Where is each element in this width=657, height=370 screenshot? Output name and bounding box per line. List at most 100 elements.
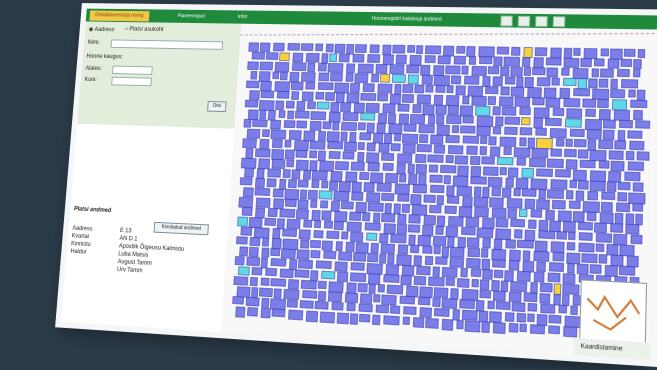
parcel[interactable] [437,216,445,227]
parcel[interactable] [290,72,299,82]
parcel[interactable] [492,188,501,196]
parcel[interactable] [340,103,350,112]
parcel[interactable] [600,213,613,224]
parcel[interactable] [525,199,535,209]
parcel[interactable] [361,93,376,100]
parcel[interactable] [384,275,400,283]
parcel[interactable] [599,110,610,120]
parcel[interactable] [601,49,609,56]
parcel[interactable] [546,58,561,65]
parcel[interactable] [308,190,317,199]
parcel[interactable] [382,193,394,201]
parcel[interactable] [272,149,284,159]
parcel[interactable] [574,89,590,96]
parcel[interactable] [285,140,291,147]
parcel[interactable] [420,308,432,318]
parcel[interactable] [569,232,576,240]
parcel[interactable] [381,153,393,160]
parcel[interactable] [367,233,377,241]
parcel[interactable] [261,91,274,98]
parcel[interactable] [284,289,299,299]
parcel[interactable] [318,291,325,301]
parcel[interactable] [298,180,308,187]
parcel[interactable] [324,251,336,259]
parcel[interactable] [504,147,512,154]
parcel[interactable] [251,71,257,79]
parcel[interactable] [490,198,504,208]
parcel[interactable] [373,213,379,222]
parcel[interactable] [523,251,530,261]
parcel[interactable] [517,240,533,248]
parcel[interactable] [323,220,332,228]
parcel[interactable] [567,109,582,119]
parcel[interactable] [378,113,388,124]
parcel[interactable] [367,263,383,274]
parcel[interactable] [377,94,387,101]
parcel[interactable] [551,242,564,253]
parcel[interactable] [468,248,480,257]
parcel[interactable] [329,112,340,122]
parcel[interactable] [250,277,259,287]
parcel[interactable] [551,149,562,157]
parcel[interactable] [336,93,344,103]
parcel[interactable] [259,287,273,297]
parcel[interactable] [493,291,505,301]
parcel[interactable] [531,210,542,218]
parcel[interactable] [285,199,296,206]
parcel[interactable] [271,130,286,139]
parcel[interactable] [620,245,634,256]
parcel[interactable] [260,278,270,286]
parcel[interactable] [255,149,270,157]
parcel[interactable] [447,86,453,93]
parcel[interactable] [488,177,502,187]
map-canvas[interactable] [221,24,657,360]
parcel[interactable] [547,159,563,168]
parcel[interactable] [294,140,308,150]
parcel[interactable] [334,221,343,229]
parcel[interactable] [581,58,592,66]
parcel[interactable] [310,121,321,130]
parcel[interactable] [332,302,343,310]
parcel[interactable] [504,57,520,66]
parcel[interactable] [378,84,392,93]
parcel[interactable] [260,81,271,91]
parcel[interactable] [378,285,384,293]
parcel[interactable] [436,85,445,92]
parcel[interactable] [288,310,302,320]
parcel[interactable] [343,112,358,120]
parcel[interactable] [489,137,497,145]
parcel[interactable] [433,267,440,277]
tab-planeeringud[interactable]: Planeeringud [172,12,211,23]
parcel[interactable] [436,226,444,234]
parcel[interactable] [337,313,349,324]
parcel[interactable] [563,274,575,284]
parcel[interactable] [434,288,448,298]
parcel[interactable] [440,165,456,173]
radio-aadress[interactable]: ◉ Aadress [88,26,114,33]
parcel[interactable] [599,254,607,263]
parcel[interactable] [320,161,334,171]
parcel[interactable] [560,88,570,98]
parcel[interactable] [247,129,260,138]
parcel[interactable] [599,140,613,149]
parcel[interactable] [436,105,446,114]
parcel[interactable] [403,317,409,325]
parcel[interactable] [273,189,283,197]
parcel[interactable] [383,163,393,170]
parcel[interactable] [496,218,508,227]
parcel[interactable] [517,77,524,87]
parcel[interactable] [537,169,553,177]
parcel[interactable] [383,103,396,114]
parcel[interactable] [482,259,490,270]
parcel[interactable] [550,221,561,232]
parcel[interactable] [409,215,421,224]
parcel[interactable] [500,137,516,147]
parcel[interactable] [492,208,506,218]
parcel[interactable] [428,115,434,124]
parcel[interactable] [536,128,547,135]
parcel[interactable] [347,222,361,232]
parcel[interactable] [292,92,299,100]
parcel[interactable] [566,190,573,199]
parcel[interactable] [577,264,588,274]
parcel[interactable] [633,70,640,77]
